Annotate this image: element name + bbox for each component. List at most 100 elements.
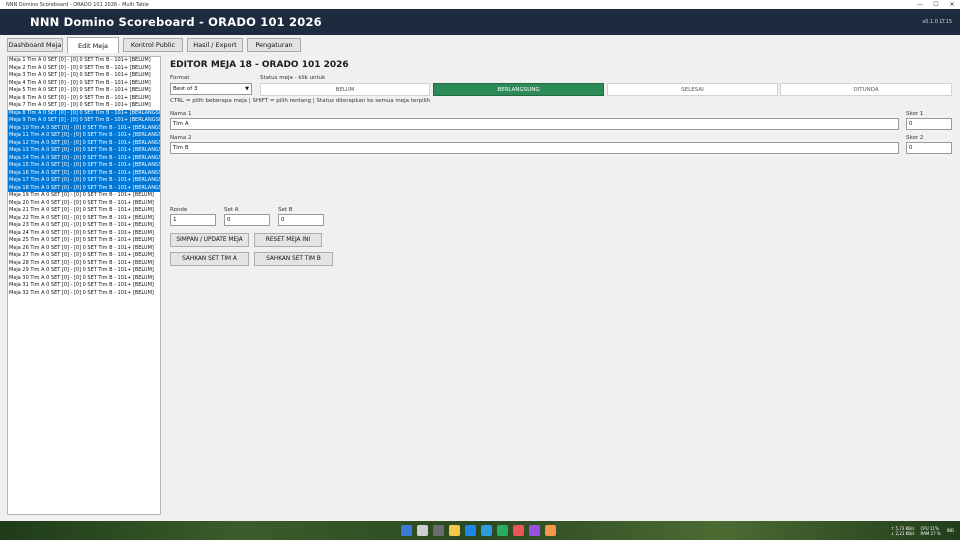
list-item[interactable]: Meja 24 Tim A 0 SET [0] - [0] 0 SET Tim … xyxy=(8,230,160,238)
app-icon[interactable] xyxy=(481,525,492,536)
app-icon[interactable] xyxy=(529,525,540,536)
list-item[interactable]: Meja 23 Tim A 0 SET [0] - [0] 0 SET Tim … xyxy=(8,222,160,230)
list-item[interactable]: Meja 6 Tim A 0 SET [0] - [0] 0 SET Tim B… xyxy=(8,95,160,103)
skor1-input[interactable]: 0 xyxy=(906,118,952,130)
list-item[interactable]: Meja 12 Tim A 0 SET [0] - [0] 0 SET Tim … xyxy=(8,139,160,147)
skor2-label: Skor 2 xyxy=(906,135,924,141)
list-item[interactable]: Meja 10 Tim A 0 SET [0] - [0] 0 SET Tim … xyxy=(8,124,160,132)
seta-value: 0 xyxy=(227,217,231,223)
ram-usage: RAM 27 % xyxy=(920,530,941,536)
status-berlangsung-button[interactable]: BERLANGSUNG xyxy=(433,83,604,96)
tab-hasil-export[interactable]: Hasil / Export xyxy=(187,38,243,52)
format-label: Format xyxy=(170,75,190,81)
selection-hint: CTRL = pilih beberapa meja | SHIFT = pil… xyxy=(170,98,431,104)
setb-label: Set B xyxy=(278,207,293,213)
ronde-value: 1 xyxy=(173,217,177,223)
window-controls: — ☐ ✕ xyxy=(912,0,960,9)
app-icon[interactable] xyxy=(497,525,508,536)
os-taskbar: ↑ 5,73 KB/s ↓ 2,21 KB/s CPU 11% RAM 27 %… xyxy=(0,521,960,540)
close-button[interactable]: ✕ xyxy=(944,0,960,9)
nama1-label: Nama 1 xyxy=(170,111,192,117)
list-item[interactable]: Meja 15 Tim A 0 SET [0] - [0] 0 SET Tim … xyxy=(8,162,160,170)
app-icon[interactable] xyxy=(545,525,556,536)
taskview-icon[interactable] xyxy=(433,525,444,536)
list-item[interactable]: Meja 16 Tim A 0 SET [0] - [0] 0 SET Tim … xyxy=(8,169,160,177)
skor2-input[interactable]: 0 xyxy=(906,142,952,154)
window-title: NNN Domino Scoreboard - ORADO 101 2026 -… xyxy=(6,1,149,8)
skor1-label: Skor 1 xyxy=(906,111,924,117)
list-item[interactable]: Meja 4 Tim A 0 SET [0] - [0] 0 SET Tim B… xyxy=(8,80,160,88)
list-item[interactable]: Meja 2 Tim A 0 SET [0] - [0] 0 SET Tim B… xyxy=(8,65,160,73)
version-label: v0.1.0 LT.15 xyxy=(922,19,952,25)
list-item[interactable]: Meja 11 Tim A 0 SET [0] - [0] 0 SET Tim … xyxy=(8,132,160,140)
format-value: Best of 3 xyxy=(173,86,198,92)
network-speed: ↑ 5,73 KB/s ↓ 2,21 KB/s xyxy=(891,526,915,536)
list-item[interactable]: Meja 22 Tim A 0 SET [0] - [0] 0 SET Tim … xyxy=(8,215,160,223)
setb-value: 0 xyxy=(281,217,285,223)
confirm-set-a-button[interactable]: SAHKAN SET TIM A xyxy=(170,252,249,266)
list-item[interactable]: Meja 14 Tim A 0 SET [0] - [0] 0 SET Tim … xyxy=(8,154,160,162)
editor-panel: EDITOR MEJA 18 - ORADO 101 2026 Format B… xyxy=(170,60,952,520)
skor1-value: 0 xyxy=(909,121,913,127)
list-item[interactable]: Meja 5 Tim A 0 SET [0] - [0] 0 SET Tim B… xyxy=(8,87,160,95)
skor2-value: 0 xyxy=(909,145,913,151)
tab-kontrol-public[interactable]: Kontrol Public xyxy=(123,38,183,52)
list-item[interactable]: Meja 3 Tim A 0 SET [0] - [0] 0 SET Tim B… xyxy=(8,72,160,80)
app-icon[interactable] xyxy=(513,525,524,536)
resource-usage: CPU 11% RAM 27 % xyxy=(920,526,940,536)
setb-input[interactable]: 0 xyxy=(278,214,324,226)
confirm-set-b-button[interactable]: SAHKAN SET TIM B xyxy=(254,252,333,266)
tab-pengaturan[interactable]: Pengaturan xyxy=(247,38,301,52)
list-item[interactable]: Meja 1 Tim A 0 SET [0] - [0] 0 SET Tim B… xyxy=(8,57,160,65)
language-indicator[interactable]: IND xyxy=(947,528,954,533)
list-item[interactable]: Meja 13 Tim A 0 SET [0] - [0] 0 SET Tim … xyxy=(8,147,160,155)
maximize-button[interactable]: ☐ xyxy=(928,0,944,9)
reset-table-button[interactable]: RESET MEJA INI xyxy=(254,233,322,247)
chevron-down-icon: ▼ xyxy=(245,86,249,92)
minimize-button[interactable]: — xyxy=(912,0,928,9)
explorer-icon[interactable] xyxy=(449,525,460,536)
list-item[interactable]: Meja 25 Tim A 0 SET [0] - [0] 0 SET Tim … xyxy=(8,237,160,245)
ronde-input[interactable]: 1 xyxy=(170,214,216,226)
start-icon[interactable] xyxy=(401,525,412,536)
system-tray: ↑ 5,73 KB/s ↓ 2,21 KB/s CPU 11% RAM 27 %… xyxy=(891,521,960,540)
list-item[interactable]: Meja 28 Tim A 0 SET [0] - [0] 0 SET Tim … xyxy=(8,260,160,268)
nama2-input[interactable]: Tim B xyxy=(170,142,899,154)
list-item[interactable]: Meja 30 Tim A 0 SET [0] - [0] 0 SET Tim … xyxy=(8,275,160,283)
list-item[interactable]: Meja 21 Tim A 0 SET [0] - [0] 0 SET Tim … xyxy=(8,207,160,215)
app-title: NNN Domino Scoreboard - ORADO 101 2026 xyxy=(30,15,322,29)
list-item[interactable]: Meja 8 Tim A 0 SET [0] - [0] 0 SET Tim B… xyxy=(8,109,160,117)
list-item[interactable]: Meja 29 Tim A 0 SET [0] - [0] 0 SET Tim … xyxy=(8,267,160,275)
status-selesai-button[interactable]: SELESAI xyxy=(607,83,778,96)
nama2-label: Nama 2 xyxy=(170,135,192,141)
nama2-value: Tim B xyxy=(173,145,189,151)
list-item[interactable]: Meja 26 Tim A 0 SET [0] - [0] 0 SET Tim … xyxy=(8,245,160,253)
seta-label: Set A xyxy=(224,207,239,213)
status-label: Status meja - klik untuk xyxy=(260,75,326,81)
list-item[interactable]: Meja 27 Tim A 0 SET [0] - [0] 0 SET Tim … xyxy=(8,252,160,260)
list-item[interactable]: Meja 20 Tim A 0 SET [0] - [0] 0 SET Tim … xyxy=(8,200,160,208)
nama1-value: Tim A xyxy=(173,121,189,127)
list-item[interactable]: Meja 7 Tim A 0 SET [0] - [0] 0 SET Tim B… xyxy=(8,102,160,110)
net-down: ↓ 2,21 KB/s xyxy=(890,530,915,536)
save-update-button[interactable]: SIMPAN / UPDATE MEJA xyxy=(170,233,249,247)
table-list[interactable]: Meja 1 Tim A 0 SET [0] - [0] 0 SET Tim B… xyxy=(7,56,161,515)
tab-edit-meja[interactable]: Edit Meja xyxy=(67,37,119,53)
seta-input[interactable]: 0 xyxy=(224,214,270,226)
editor-title: EDITOR MEJA 18 - ORADO 101 2026 xyxy=(170,60,349,70)
list-item[interactable]: Meja 9 Tim A 0 SET [0] - [0] 0 SET Tim B… xyxy=(8,117,160,125)
list-item[interactable]: Meja 18 Tim A 0 SET [0] - [0] 0 SET Tim … xyxy=(8,184,160,192)
browser-icon[interactable] xyxy=(465,525,476,536)
status-belum-button[interactable]: BELUM xyxy=(260,83,430,96)
list-item[interactable]: Meja 19 Tim A 0 SET [0] - [0] 0 SET Tim … xyxy=(8,192,160,200)
search-icon[interactable] xyxy=(417,525,428,536)
list-item[interactable]: Meja 17 Tim A 0 SET [0] - [0] 0 SET Tim … xyxy=(8,177,160,185)
list-item[interactable]: Meja 31 Tim A 0 SET [0] - [0] 0 SET Tim … xyxy=(8,282,160,290)
tab-dashboard-meja[interactable]: Dashboard Meja xyxy=(7,38,63,52)
nama1-input[interactable]: Tim A xyxy=(170,118,899,130)
list-item[interactable]: Meja 32 Tim A 0 SET [0] - [0] 0 SET Tim … xyxy=(8,290,160,298)
format-select[interactable]: Best of 3 ▼ xyxy=(170,83,252,95)
status-ditunda-button[interactable]: DITUNDA xyxy=(780,83,952,96)
app-header: NNN Domino Scoreboard - ORADO 101 2026 v… xyxy=(0,9,960,35)
tab-bar: Dashboard Meja Edit Meja Kontrol Public … xyxy=(0,35,960,53)
